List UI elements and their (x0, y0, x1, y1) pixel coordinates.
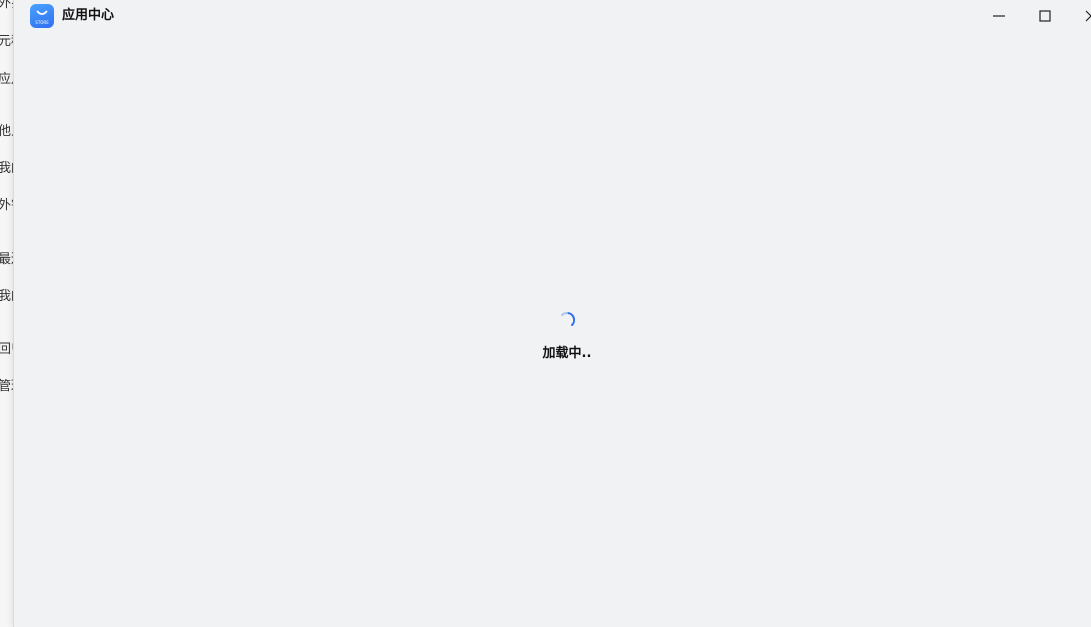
background-sidebar-item[interactable]: 回屮 (0, 342, 14, 358)
maximize-icon (1039, 10, 1051, 22)
maximize-button[interactable] (1022, 0, 1068, 32)
background-sidebar-item[interactable]: 最辽 (0, 252, 14, 268)
background-sidebar-item[interactable]: 外钅 (0, 198, 14, 214)
store-icon-label: STORE (35, 20, 49, 25)
background-sidebar-item[interactable]: 应月 (0, 72, 14, 88)
background-sidebar-item[interactable]: 我的 (0, 161, 14, 177)
loading-indicator: 加载中.. (14, 310, 1091, 361)
minimize-button[interactable] (976, 0, 1022, 32)
close-icon (1085, 10, 1091, 22)
close-button[interactable] (1068, 0, 1091, 32)
store-app-icon: STORE (30, 4, 54, 28)
background-sidebar-item[interactable]: 我的 (0, 289, 14, 305)
background-sidebar-item[interactable]: 元科 (0, 34, 14, 50)
background-sidebar-item[interactable]: 他人 (0, 124, 14, 140)
background-sidebar-item[interactable]: 外扌 (0, 0, 14, 12)
window-title: 应用中心 (62, 8, 115, 23)
background-sidebar-item[interactable]: 管理 (0, 379, 14, 395)
loading-text: 加载中.. (542, 346, 592, 361)
app-center-window: STORE 应用中心 加载中.. (13, 0, 1091, 627)
title-bar[interactable]: STORE 应用中心 (14, 0, 1091, 32)
loading-spinner-icon (561, 311, 576, 326)
minimize-icon (993, 15, 1005, 17)
background-app-sidebar: 外扌 元科 应月 他人 我的 外钅 最辽 我的 回屮 管理 (0, 0, 14, 627)
